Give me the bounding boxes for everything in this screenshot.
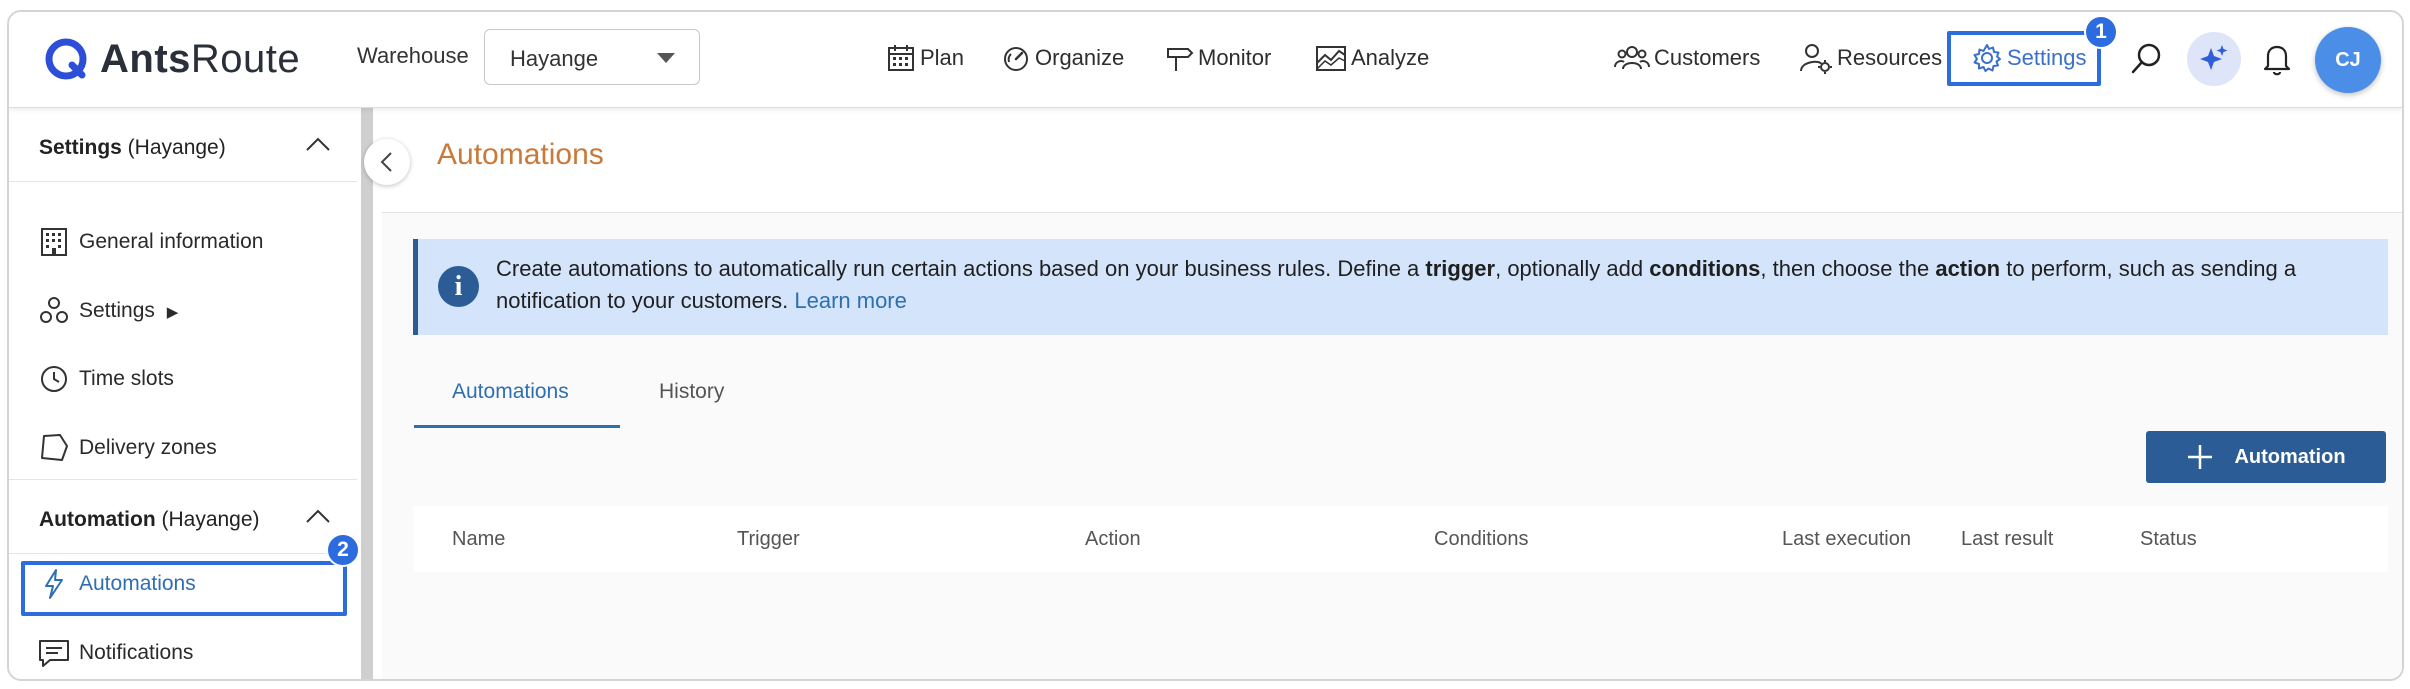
info-banner: i Create automations to automatically ru… [413,239,2388,335]
top-bar: AntsRoute Warehouse Hayange Plan Organiz… [9,12,2402,108]
nav-monitor-label: Monitor [1198,45,1272,70]
sidebar-section-automation[interactable]: Automation (Hayange) [9,480,357,554]
calendar-icon [888,45,914,71]
learn-more-link[interactable]: Learn more [794,288,907,313]
info-text: Create automations to automatically run … [496,256,2297,313]
ai-assistant-button[interactable] [2187,32,2241,86]
nav-resources[interactable]: Resources [1799,38,1942,78]
building-icon [37,225,71,259]
main-content: Automations i Create automations to auto… [382,108,2402,679]
nav-plan[interactable]: Plan [886,38,964,78]
sidebar-item-notifications[interactable]: Notifications [9,620,357,679]
info-icon: i [438,266,479,307]
collapse-sidebar-button[interactable] [364,139,410,185]
warehouse-select[interactable]: Hayange [484,29,700,85]
clock-icon [37,362,71,396]
page-title: Automations [437,138,604,171]
table-header: Name Trigger Action Conditions Last exec… [413,506,2388,572]
step-badge-2: 2 [326,533,360,567]
nav-organize-label: Organize [1035,45,1125,70]
chevron-up-icon [306,137,330,151]
avatar[interactable]: CJ [2315,27,2381,93]
bell-icon [2263,45,2291,76]
add-automation-label: Automation [2234,445,2346,468]
users-icon [1614,46,1650,70]
sidebar-item-time-slots[interactable]: Time slots [9,346,357,410]
column-header-trigger[interactable]: Trigger [737,528,800,551]
sidebar-item-label: Settings ▶ [79,299,179,322]
sidebar-item-label: Time slots [79,367,174,390]
sidebar-item-label: General information [79,230,264,253]
warehouse-select-value: Hayange [510,46,599,71]
message-icon [37,636,71,670]
sidebar-scrollbar[interactable] [361,108,373,679]
warehouse-label: Warehouse [357,43,469,68]
search-button[interactable] [2121,34,2171,84]
sidebar-item-settings[interactable]: Settings ▶ [9,278,357,342]
caret-right-icon: ▶ [166,304,179,321]
nav-monitor[interactable]: Monitor [1164,38,1271,78]
column-header-action[interactable]: Action [1085,528,1141,551]
polygon-icon [37,431,71,465]
sidebar-item-general-information[interactable]: General information [9,209,357,273]
column-header-last-result[interactable]: Last result [1961,528,2053,551]
plus-icon [2188,445,2213,469]
sidebar-item-label: Notifications [79,641,194,664]
app-window: AntsRoute Warehouse Hayange Plan Organiz… [7,10,2404,681]
column-header-last-execution[interactable]: Last execution [1782,528,1911,551]
sidebar-item-label: Delivery zones [79,436,217,459]
signpost-icon [1167,48,1194,71]
column-header-status[interactable]: Status [2140,528,2197,551]
sidebar-section-title: Settings (Hayange) [39,136,226,159]
sidebar-item-delivery-zones[interactable]: Delivery zones [9,415,357,479]
sidebar-section-title: Automation (Hayange) [39,508,260,531]
tab-history[interactable]: History [659,380,724,404]
user-gear-icon [1800,44,1832,74]
logo-text: AntsRoute [100,36,301,81]
gauge-icon [1004,47,1028,71]
active-tab-indicator [414,425,620,428]
nav-resources-label: Resources [1837,45,1943,70]
nav-analyze-label: Analyze [1351,45,1430,70]
sidebar-section-settings[interactable]: Settings (Hayange) [9,108,357,182]
nav-analyze[interactable]: Analyze [1315,38,1429,78]
notifications-button[interactable] [2252,34,2302,84]
caret-down-icon [657,53,675,63]
sparkles-icon [2200,45,2228,70]
nav-plan-label: Plan [920,45,965,70]
settings-highlight [1947,31,2101,86]
column-header-name[interactable]: Name [452,528,505,551]
column-header-conditions[interactable]: Conditions [1434,528,1529,551]
chart-area-icon [1316,46,1346,71]
tab-automations[interactable]: Automations [452,380,569,404]
page-header: Automations [382,108,2402,213]
search-icon [2131,43,2161,74]
nav-customers-label: Customers [1654,45,1761,70]
logo-icon [45,38,87,80]
nav-customers[interactable]: Customers [1614,38,1760,78]
logo[interactable]: AntsRoute [42,34,300,84]
add-automation-button[interactable]: Automation [2146,431,2386,483]
chevron-up-icon [306,509,330,523]
automations-highlight [21,561,347,616]
nav-organize[interactable]: Organize [1001,38,1124,78]
chevron-left-icon [380,152,392,172]
cogs-icon [37,294,71,328]
step-badge-1: 1 [2084,15,2118,49]
